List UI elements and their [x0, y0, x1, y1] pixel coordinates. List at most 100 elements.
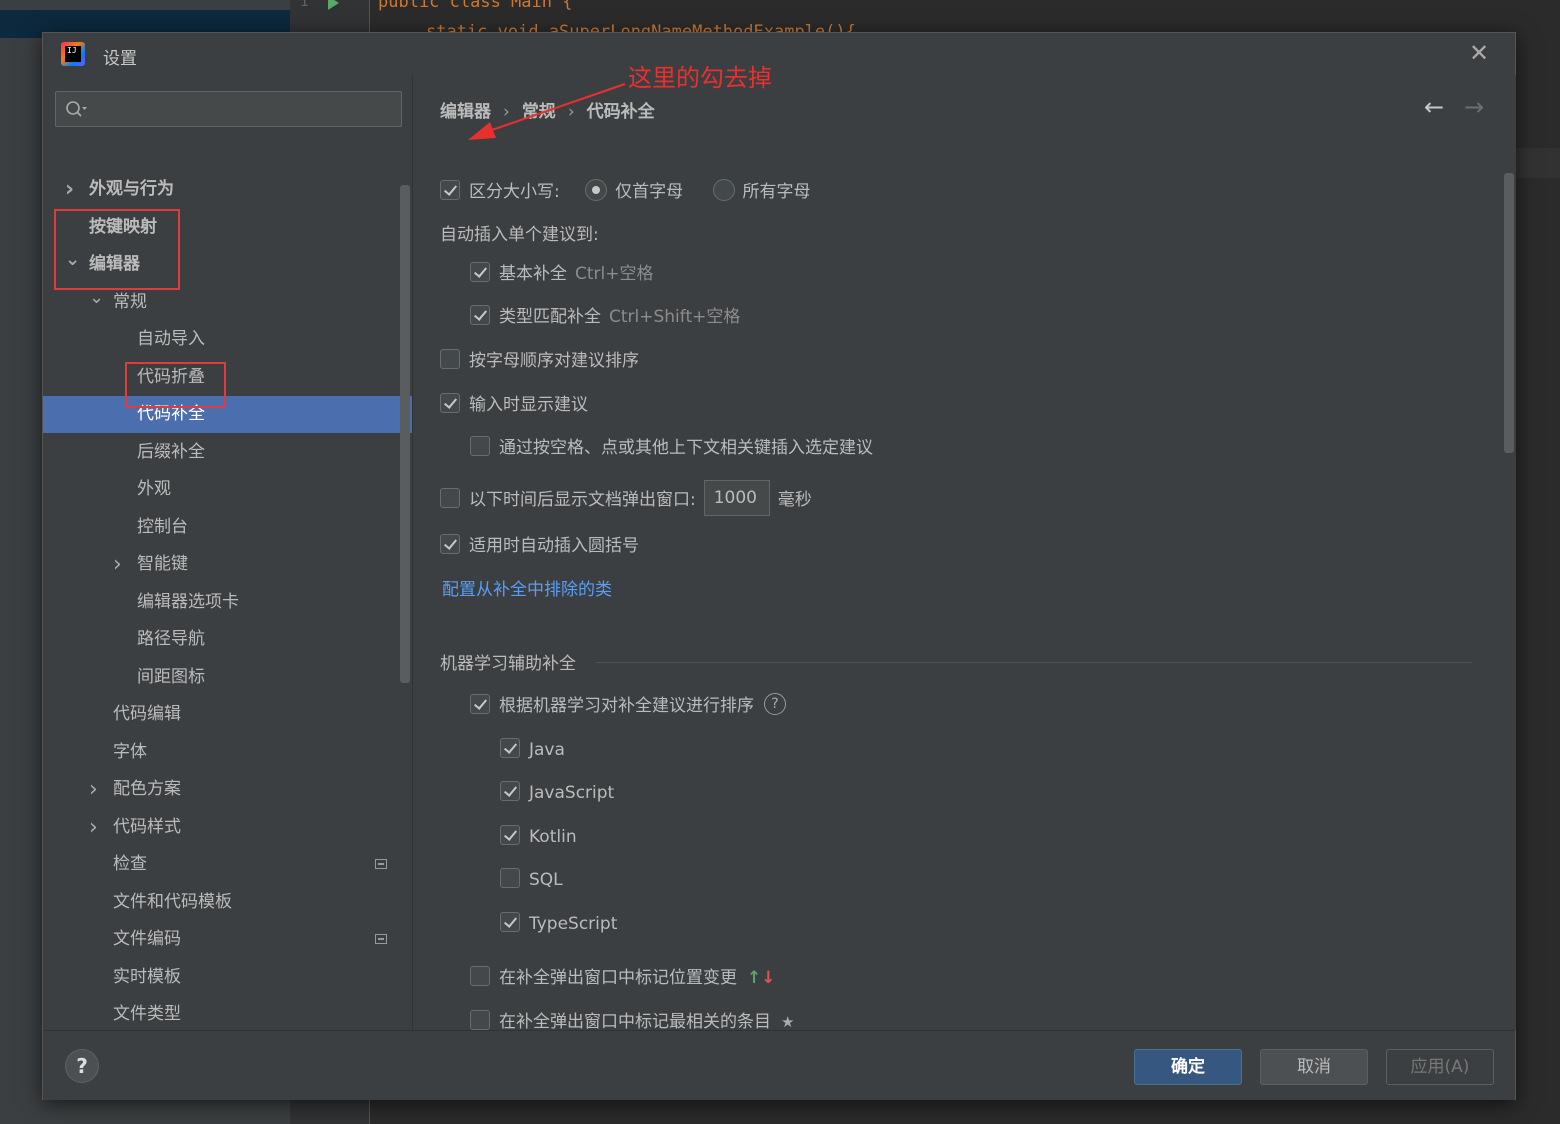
dialog-footer: ? 确定 取消 应用(A)	[43, 1030, 1515, 1100]
sidebar-item[interactable]: 代码补全	[43, 396, 412, 433]
sidebar-item-label: 外观与行为	[89, 179, 174, 199]
help-button[interactable]: ?	[65, 1049, 99, 1083]
sidebar-item[interactable]: 实时模板	[43, 959, 412, 996]
mark-position-checkbox[interactable]	[470, 966, 490, 986]
ml-kotlin-checkbox[interactable]	[500, 825, 520, 845]
sidebar-item[interactable]: 间距图标	[43, 659, 412, 696]
doc-popup-unit: 毫秒	[777, 490, 812, 510]
sidebar-item-label: 文件编码	[113, 929, 181, 949]
ml-sort-checkbox[interactable]	[470, 694, 490, 714]
sidebar-item[interactable]: › 代码样式	[43, 809, 412, 846]
chevron-right-icon[interactable]: ›	[89, 771, 105, 808]
first-letter-radio[interactable]	[585, 179, 608, 201]
ml-java-checkbox[interactable]	[500, 738, 520, 758]
doc-popup-delay-input[interactable]: 1000	[703, 480, 770, 516]
sidebar-item-label: 实时模板	[113, 966, 181, 987]
up-down-arrows-icon: ↑↓	[747, 968, 776, 988]
insert-by-space-checkbox[interactable]	[470, 436, 490, 456]
show-on-typing-label: 输入时显示建议	[469, 395, 588, 415]
sidebar-item-label: 配色方案	[113, 779, 181, 799]
ml-lang-row: Java	[500, 737, 565, 763]
sidebar-item[interactable]: 控制台	[43, 509, 412, 546]
doc-popup-row: 以下时间后显示文档弹出窗口: 1000 毫秒	[440, 480, 812, 516]
sidebar-item[interactable]: 路径导航	[43, 621, 412, 658]
project-scope-icon	[375, 859, 387, 869]
dialog-titlebar: IJ 设置 ✕	[43, 33, 1515, 75]
sidebar-item[interactable]: 后缀补全	[43, 434, 412, 471]
type-completion-label: 类型匹配补全	[499, 307, 601, 327]
doc-popup-label: 以下时间后显示文档弹出窗口:	[469, 490, 696, 510]
first-letter-label: 仅首字母	[615, 182, 684, 202]
ml-typescript-checkbox[interactable]	[500, 912, 520, 932]
show-on-typing-row: 输入时显示建议	[440, 392, 588, 418]
cancel-button[interactable]: 取消	[1260, 1049, 1368, 1085]
sidebar-item[interactable]: › 外观与行为	[43, 171, 412, 208]
type-completion-shortcut: Ctrl+Shift+空格	[609, 307, 741, 327]
exclude-classes-link[interactable]: 配置从补全中排除的类	[442, 575, 612, 600]
sidebar-item[interactable]: 代码折叠	[43, 359, 412, 396]
chevron-right-icon[interactable]: ›	[113, 546, 129, 583]
chevron-right-icon[interactable]: ›	[65, 171, 81, 208]
mark-relevant-label: 在补全弹出窗口中标记最相关的条目	[499, 1012, 771, 1032]
mark-position-row: 在补全弹出窗口中标记位置变更 ↑↓	[470, 965, 776, 991]
sidebar-item-label: 文件类型	[113, 1004, 181, 1024]
content-scrollbar[interactable]	[1504, 173, 1514, 453]
ml-lang-row: TypeScript	[500, 911, 617, 937]
auto-parens-checkbox[interactable]	[440, 534, 460, 554]
apply-button[interactable]: 应用(A)	[1386, 1049, 1494, 1085]
ok-button[interactable]: 确定	[1134, 1049, 1242, 1085]
forward-arrow-icon[interactable]: →	[1464, 93, 1484, 121]
mark-position-label: 在补全弹出窗口中标记位置变更	[499, 968, 737, 988]
chevron-right-icon[interactable]: ›	[89, 809, 105, 846]
sidebar-item-label: 检查	[113, 854, 147, 874]
ml-lang-row: SQL	[500, 867, 563, 893]
back-arrow-icon[interactable]: ←	[1424, 93, 1444, 121]
help-circle-icon[interactable]: ?	[764, 693, 786, 715]
sort-alpha-label: 按字母顺序对建议排序	[469, 351, 639, 371]
all-letters-radio[interactable]	[712, 179, 735, 201]
sidebar-item[interactable]: 外观	[43, 471, 412, 508]
doc-popup-checkbox[interactable]	[440, 488, 460, 508]
sidebar-item[interactable]: › 智能键	[43, 546, 412, 583]
annotation-box-editor	[54, 209, 180, 290]
ml-sort-label: 根据机器学习对补全建议进行排序	[499, 696, 754, 716]
type-completion-checkbox[interactable]	[470, 305, 490, 325]
sidebar-item[interactable]: 文件类型	[43, 996, 412, 1030]
basic-completion-shortcut: Ctrl+空格	[575, 264, 654, 284]
settings-search-input[interactable]	[55, 91, 402, 127]
mark-relevant-checkbox[interactable]	[470, 1010, 490, 1030]
case-sensitive-label: 区分大小写:	[469, 182, 560, 202]
sidebar-item[interactable]: 自动导入	[43, 321, 412, 358]
intellij-logo-icon: IJ	[61, 42, 85, 66]
section-divider	[596, 662, 1472, 663]
sidebar-item-label: 间距图标	[137, 666, 205, 687]
sidebar-item[interactable]: 编辑器选项卡	[43, 584, 412, 621]
ide-right-panel	[1516, 148, 1560, 178]
project-scope-icon	[375, 934, 387, 944]
sidebar-item[interactable]: 检查	[43, 846, 412, 883]
ml-lang-row: Kotlin	[500, 824, 577, 850]
sidebar-item[interactable]: 文件和代码模板	[43, 884, 412, 921]
sidebar-item[interactable]: 代码编辑	[43, 696, 412, 733]
auto-parens-label: 适用时自动插入圆括号	[469, 536, 639, 556]
sidebar-item-label: 路径导航	[137, 629, 205, 649]
show-on-typing-checkbox[interactable]	[440, 393, 460, 413]
ml-sql-checkbox[interactable]	[500, 868, 520, 888]
sort-alpha-row: 按字母顺序对建议排序	[440, 348, 639, 374]
sidebar-item-label: 编辑器选项卡	[137, 591, 239, 612]
sidebar-scrollbar[interactable]	[400, 185, 410, 683]
case-sensitive-checkbox[interactable]	[440, 180, 460, 200]
close-icon[interactable]: ✕	[1467, 41, 1491, 65]
ml-lang-row: JavaScript	[500, 780, 614, 806]
basic-completion-label: 基本补全	[499, 264, 567, 284]
sidebar-item[interactable]: 文件编码	[43, 921, 412, 958]
basic-completion-row: 基本补全 Ctrl+空格	[470, 261, 654, 287]
basic-completion-checkbox[interactable]	[470, 262, 490, 282]
sidebar-item[interactable]: 字体	[43, 734, 412, 771]
sidebar-item[interactable]: › 配色方案	[43, 771, 412, 808]
sort-alpha-checkbox[interactable]	[440, 349, 460, 369]
star-icon: ★	[781, 1013, 795, 1031]
ml-sort-row: 根据机器学习对补全建议进行排序?	[470, 693, 786, 719]
run-gutter-icon[interactable]	[328, 0, 339, 10]
ml-javascript-checkbox[interactable]	[500, 781, 520, 801]
